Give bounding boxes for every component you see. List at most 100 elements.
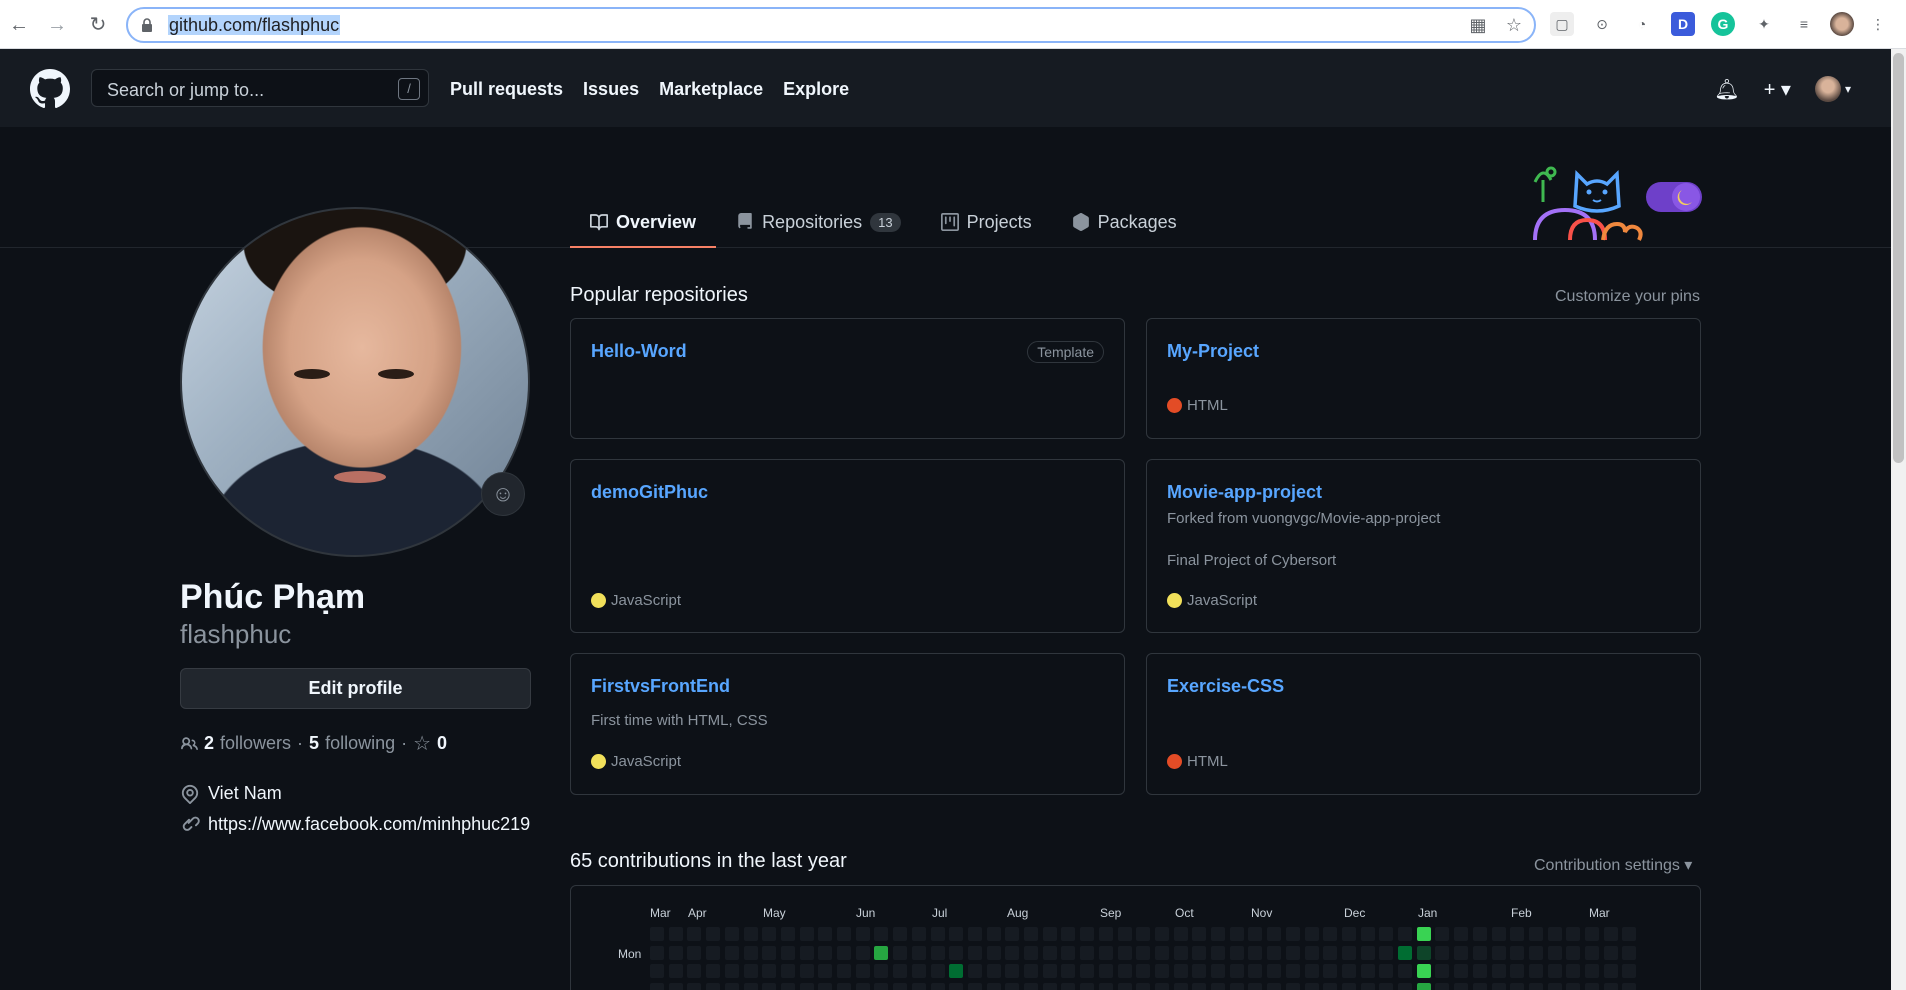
contribution-day-cell[interactable] [1491, 983, 1506, 990]
profile-avatar-icon[interactable] [1830, 12, 1854, 36]
contribution-day-cell[interactable] [1510, 983, 1525, 990]
contribution-day-cell[interactable] [1061, 964, 1076, 979]
contribution-day-cell[interactable] [1229, 945, 1244, 960]
customize-pins-link[interactable]: Customize your pins [1555, 288, 1700, 306]
contribution-day-cell[interactable] [1173, 983, 1188, 990]
contribution-day-cell[interactable] [1454, 964, 1469, 979]
extension-icon[interactable]: ▢ [1550, 12, 1574, 36]
contribution-day-cell[interactable] [949, 927, 964, 941]
contribution-day-cell[interactable] [818, 945, 833, 960]
contribution-day-cell[interactable] [1398, 945, 1412, 960]
contribution-day-cell[interactable] [687, 983, 702, 990]
contribution-day-cell[interactable] [1136, 964, 1151, 979]
contribution-day-cell[interactable] [1173, 927, 1188, 941]
contribution-day-cell[interactable] [1547, 945, 1562, 960]
user-menu[interactable]: ▾ [1814, 76, 1851, 102]
contribution-day-cell[interactable] [1005, 964, 1020, 979]
contribution-day-cell[interactable] [1341, 927, 1356, 941]
contribution-day-cell[interactable] [893, 945, 908, 960]
contribution-day-cell[interactable] [724, 945, 739, 960]
contribution-day-cell[interactable] [1024, 945, 1038, 960]
contribution-day-cell[interactable] [1024, 983, 1038, 990]
extension-d-icon[interactable]: D [1671, 12, 1695, 36]
contribution-day-cell[interactable] [1117, 964, 1132, 979]
contribution-day-cell[interactable] [650, 945, 664, 960]
contribution-day-cell[interactable] [818, 964, 833, 979]
media-queue-icon[interactable]: ≡ [1792, 12, 1816, 36]
contribution-day-cell[interactable] [668, 964, 683, 979]
contribution-day-cell[interactable] [1603, 927, 1618, 941]
contribution-day-cell[interactable] [1136, 983, 1151, 990]
contribution-day-cell[interactable] [1622, 927, 1637, 941]
repo-name-link[interactable]: demoGitPhuc [591, 482, 708, 503]
contribution-day-cell[interactable] [1360, 964, 1375, 979]
contribution-day-cell[interactable] [1435, 983, 1450, 990]
contribution-day-cell[interactable] [855, 964, 870, 979]
contribution-day-cell[interactable] [1154, 945, 1169, 960]
contribution-day-cell[interactable] [1098, 983, 1113, 990]
contribution-day-cell[interactable] [724, 964, 739, 979]
contribution-day-cell[interactable] [668, 983, 683, 990]
contribution-day-cell[interactable] [1005, 945, 1020, 960]
contribution-day-cell[interactable] [930, 927, 945, 941]
contribution-day-cell[interactable] [1566, 964, 1581, 979]
tab-overview[interactable]: Overview [570, 196, 717, 248]
contribution-day-cell[interactable] [1472, 945, 1487, 960]
contribution-day-cell[interactable] [1323, 983, 1338, 990]
contribution-day-cell[interactable] [1042, 964, 1057, 979]
contribution-day-cell[interactable] [1005, 983, 1020, 990]
contribution-day-cell[interactable] [1435, 945, 1450, 960]
contribution-day-cell[interactable] [1192, 964, 1207, 979]
contribution-day-cell[interactable] [1341, 983, 1356, 990]
contribution-day-cell[interactable] [1304, 945, 1319, 960]
contribution-day-cell[interactable] [1323, 964, 1338, 979]
contribution-day-cell[interactable] [874, 964, 889, 979]
contribution-day-cell[interactable] [1510, 927, 1525, 941]
followers-link[interactable]: followers [220, 733, 291, 754]
following-link[interactable]: following [325, 733, 395, 754]
contribution-day-cell[interactable] [1472, 927, 1487, 941]
contribution-day-cell[interactable] [1510, 945, 1525, 960]
contribution-day-cell[interactable] [724, 983, 739, 990]
contribution-day-cell[interactable] [1323, 927, 1338, 941]
contribution-day-cell[interactable] [1136, 945, 1151, 960]
set-status-smiley-icon[interactable]: ☺ [481, 472, 525, 516]
contribution-day-cell[interactable] [1360, 945, 1375, 960]
contribution-day-cell[interactable] [650, 983, 664, 990]
contribution-day-cell[interactable] [1098, 927, 1113, 941]
contribution-day-cell[interactable] [1304, 964, 1319, 979]
contribution-day-cell[interactable] [1566, 927, 1581, 941]
contribution-day-cell[interactable] [1491, 927, 1506, 941]
contribution-day-cell[interactable] [1285, 927, 1300, 941]
contribution-day-cell[interactable] [1585, 964, 1599, 979]
contribution-day-cell[interactable] [1622, 964, 1637, 979]
followers-count[interactable]: 2 [204, 733, 214, 754]
tab-packages[interactable]: Packages [1052, 196, 1197, 248]
contribution-day-cell[interactable] [874, 945, 889, 960]
contribution-day-cell[interactable] [1192, 927, 1207, 941]
contribution-day-cell[interactable] [1454, 927, 1469, 941]
nav-issues[interactable]: Issues [583, 79, 639, 100]
contribution-day-cell[interactable] [799, 983, 814, 990]
contribution-day-cell[interactable] [743, 945, 758, 960]
contribution-day-cell[interactable] [818, 927, 833, 941]
contribution-day-cell[interactable] [706, 964, 721, 979]
contribution-day-cell[interactable] [1379, 964, 1394, 979]
contribution-day-cell[interactable] [1566, 945, 1581, 960]
contribution-day-cell[interactable] [893, 964, 908, 979]
contribution-day-cell[interactable] [1024, 927, 1038, 941]
contribution-day-cell[interactable] [930, 945, 945, 960]
extension-timer-icon[interactable]: ◔ [1630, 12, 1654, 36]
search-input[interactable]: Search or jump to... / [91, 69, 429, 107]
contribution-day-cell[interactable] [930, 964, 945, 979]
contribution-day-cell[interactable] [687, 964, 702, 979]
contribution-day-cell[interactable] [1585, 945, 1599, 960]
contribution-day-cell[interactable] [1285, 945, 1300, 960]
nav-pull-requests[interactable]: Pull requests [450, 79, 563, 100]
contribution-day-cell[interactable] [837, 945, 851, 960]
contribution-day-cell[interactable] [837, 927, 851, 941]
contribution-day-cell[interactable] [762, 945, 777, 960]
contribution-day-cell[interactable] [1061, 983, 1076, 990]
contribution-day-cell[interactable] [1080, 964, 1095, 979]
contribution-day-cell[interactable] [706, 945, 721, 960]
